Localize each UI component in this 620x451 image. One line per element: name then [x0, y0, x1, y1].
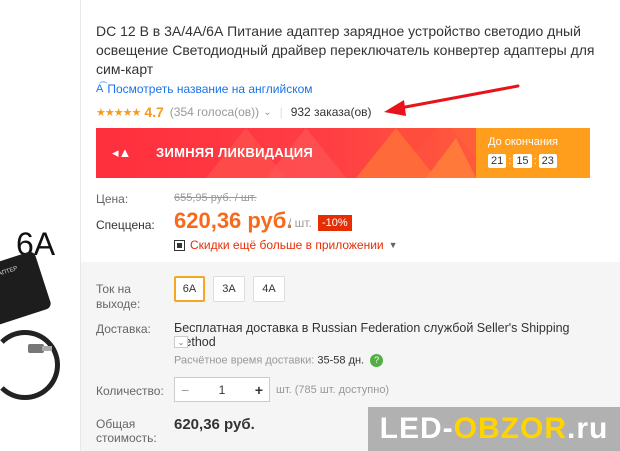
orders-count: 932 заказа(ов) — [290, 105, 372, 119]
annotation-arrow-icon — [384, 84, 520, 116]
rating-row: ★★★★★ 4.7 (354 голоса(ов)) ⌄ | 932 заказ… — [96, 104, 372, 120]
option-4a-button[interactable]: 4A — [253, 276, 285, 302]
countdown-panel: До окончания 21 : 15 : 23 — [476, 128, 590, 178]
caret-down-icon: ▼ — [388, 240, 398, 250]
quantity-label: Количество: — [96, 384, 164, 398]
quantity-stepper: − 1 + — [174, 377, 270, 402]
estimate-days: 35-58 дн. — [317, 354, 365, 367]
watermark-part3: .ru — [566, 412, 609, 445]
timer-minutes: 15 — [513, 154, 532, 168]
special-price-label: Спеццена: — [96, 218, 155, 232]
countdown-timer: 21 : 15 : 23 — [488, 154, 557, 168]
product-image[interactable]: 6A АДАПТЕР — [0, 0, 80, 451]
site-watermark: LED- OBZOR .ru — [368, 407, 620, 451]
quantity-input[interactable]: 1 — [219, 383, 226, 397]
decrease-button[interactable]: − — [181, 382, 189, 398]
price-label: Цена: — [96, 192, 129, 206]
app-discount-text: Скидки ещё больше в приложении — [190, 238, 384, 252]
help-icon[interactable]: ? — [370, 354, 384, 367]
increase-button[interactable]: + — [255, 382, 263, 398]
watermark-part2: OBZOR — [453, 412, 567, 445]
qr-code-icon — [174, 239, 185, 251]
delivery-label: Доставка: — [96, 322, 151, 336]
chevron-down-icon[interactable]: ⌄ — [263, 107, 271, 118]
old-price: 655,95 руб. / шт. — [174, 192, 257, 204]
product-title: DC 12 В в 3А/4А/6А Питание адаптер заряд… — [96, 23, 595, 77]
votes-link[interactable]: (354 голоса(ов)) — [170, 105, 259, 119]
sale-banner[interactable]: ◂▲ ЗИМНЯЯ ЛИКВИДАЦИЯ До окончания 21 : 1… — [96, 128, 590, 178]
total-price: 620,36 руб. — [174, 416, 255, 433]
sale-flag-icon: ◂▲ — [112, 145, 132, 160]
per-unit: / шт. — [288, 216, 312, 230]
rating-divider: | — [279, 105, 283, 119]
adapter-plug-tip — [42, 346, 52, 351]
delivery-text: Бесплатная доставка в Russian Federation… — [174, 321, 570, 349]
watermark-part1: LED- — [379, 412, 454, 445]
translate-icon: A͡ — [96, 83, 104, 95]
discount-badge: -10% — [318, 215, 352, 231]
timer-hours: 21 — [488, 154, 507, 168]
option-3a-button[interactable]: 3A — [213, 276, 245, 302]
estimate-label: Расчётное время доставки: — [174, 354, 315, 367]
total-label: Общая стоимость: — [96, 417, 157, 445]
app-discount-link[interactable]: Скидки ещё больше в приложении ▼ — [174, 238, 398, 252]
countdown-label: До окончания — [488, 136, 559, 148]
delivery-estimate: Расчётное время доставки: 35-58 дн. ? — [174, 354, 384, 367]
star-rating-icon: ★★★★★ — [96, 106, 141, 119]
timer-seconds: 23 — [538, 154, 557, 168]
option-6a-button[interactable]: 6A — [174, 276, 205, 302]
translate-link-label: Посмотреть название на английском — [107, 82, 313, 96]
translate-link[interactable]: A͡ Посмотреть название на английском — [96, 82, 313, 96]
adapter-cable — [0, 330, 60, 400]
chevron-down-icon: ⌄ — [177, 337, 185, 347]
quantity-available: шт. (785 шт. доступно) — [276, 384, 390, 396]
special-price: 620,36 руб. — [174, 208, 293, 233]
sale-title: ЗИМНЯЯ ЛИКВИДАЦИЯ — [156, 145, 314, 160]
rating-value: 4.7 — [144, 104, 164, 120]
output-current-label: Ток на выходе: — [96, 282, 141, 311]
delivery-dropdown[interactable]: ⌄ — [174, 336, 188, 348]
